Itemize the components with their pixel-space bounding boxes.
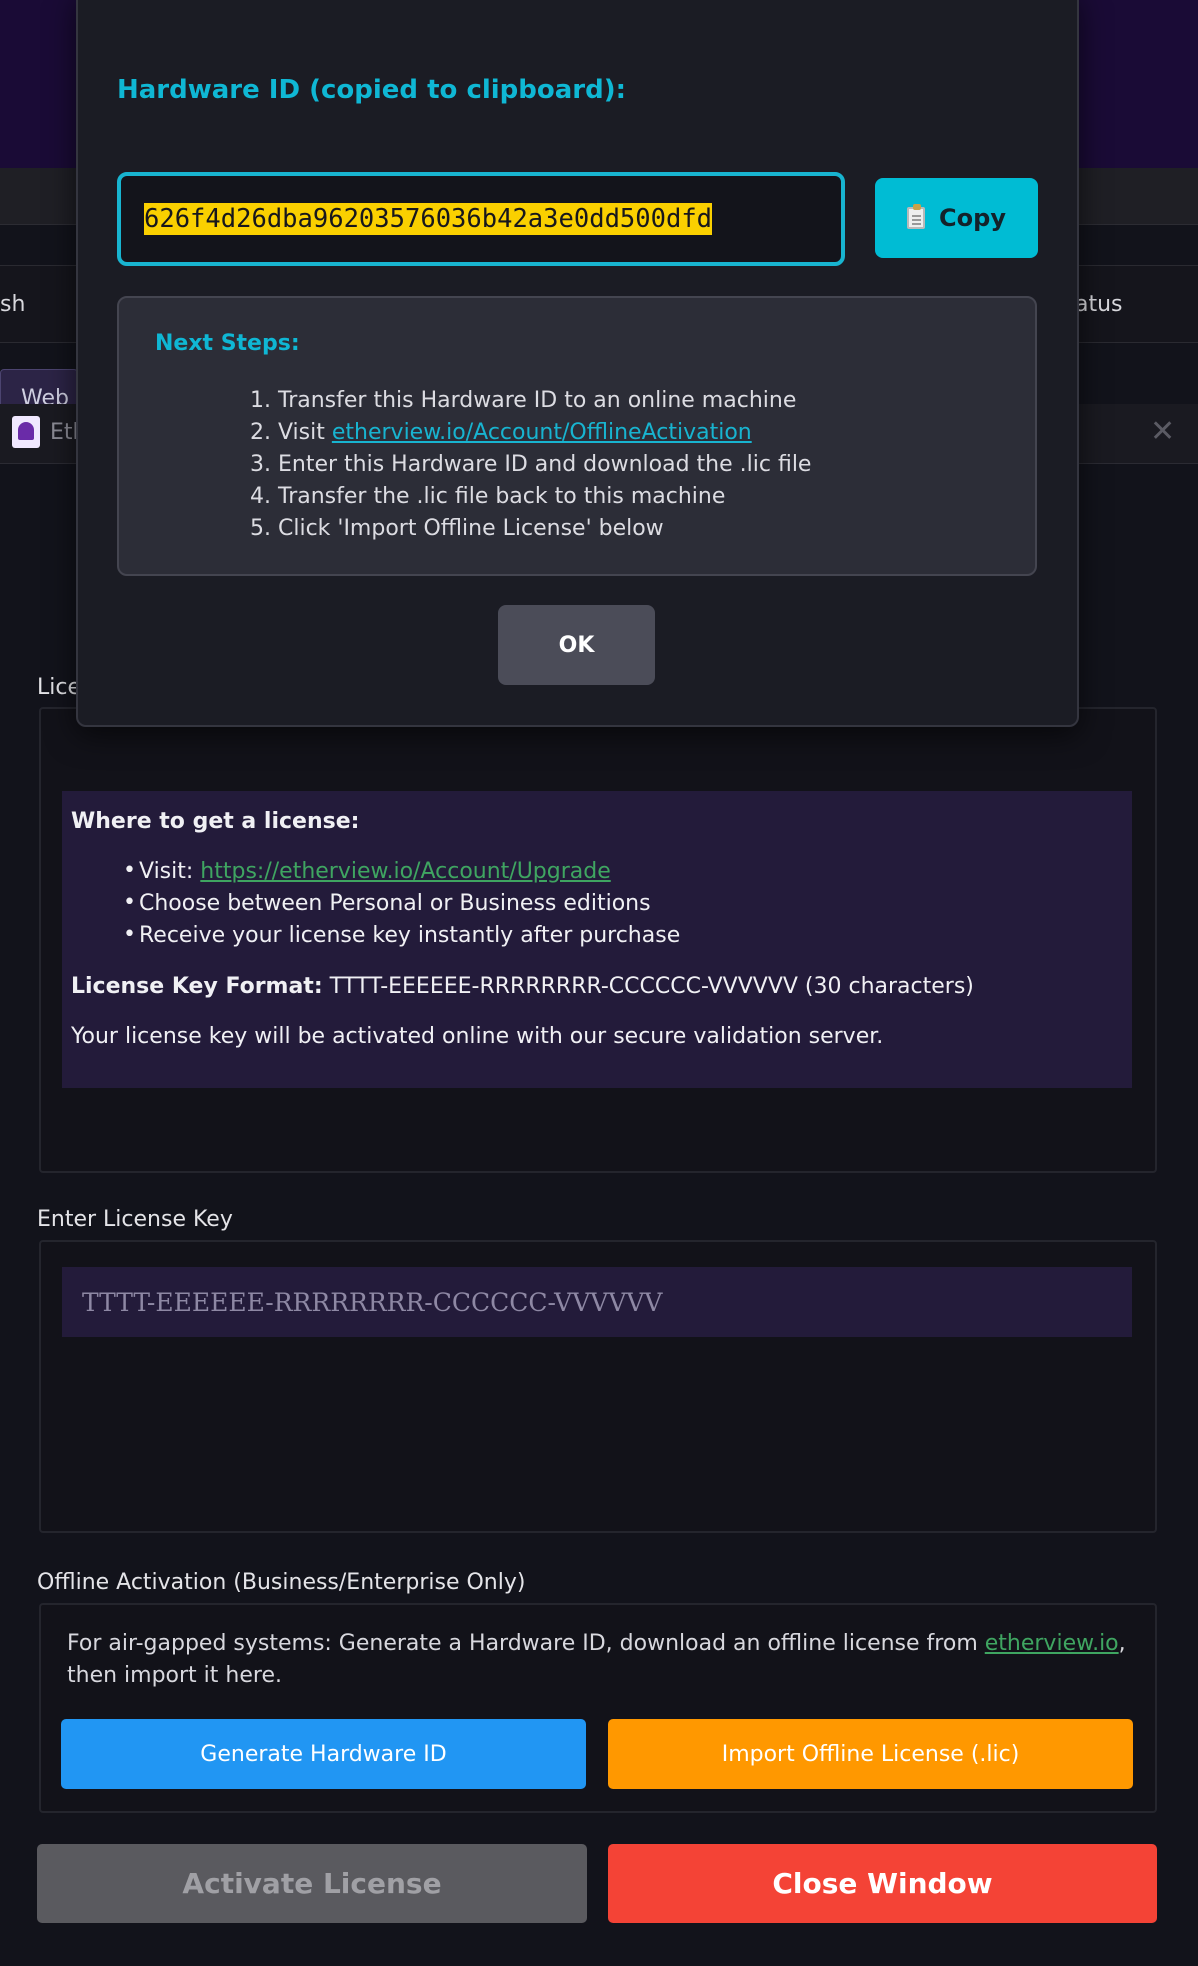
license-format-line: License Key Format: TTTT-EEEEEE-RRRRRRRR…	[71, 972, 1123, 1002]
hardware-id-value[interactable]: 626f4d26dba96203576036b42a3e0dd500dfd	[144, 203, 713, 235]
license-info-panel: Where to get a license: Visit: https://e…	[62, 791, 1132, 1088]
close-window-button[interactable]: Close Window	[608, 1844, 1157, 1923]
license-info-label-partial: Lice	[37, 675, 81, 700]
generate-hardware-id-button[interactable]: Generate Hardware ID	[61, 1719, 586, 1789]
where-to-get-list: Visit: https://etherview.io/Account/Upgr…	[123, 855, 1123, 952]
format-label: License Key Format:	[71, 974, 323, 999]
format-value: TTTT-EEEEEE-RRRRRRRR-CCCCCC-VVVVVV (30 c…	[322, 974, 974, 999]
offline-description: For air-gapped systems: Generate a Hardw…	[67, 1628, 1137, 1692]
import-offline-license-button[interactable]: Import Offline License (.lic)	[608, 1719, 1133, 1789]
app-logo-icon	[12, 416, 40, 448]
step-2-prefix: 2. Visit	[250, 420, 332, 445]
copy-button-label: Copy	[939, 204, 1006, 232]
where-to-get-heading: Where to get a license:	[71, 809, 360, 834]
list-item: Receive your license key instantly after…	[123, 919, 1123, 952]
step-item: 2. Visit etherview.io/Account/OfflineAct…	[250, 417, 811, 449]
dialog-title: Hardware ID (copied to clipboard):	[117, 75, 627, 105]
etherview-link[interactable]: etherview.io	[985, 1631, 1119, 1656]
offline-desc-text: For air-gapped systems: Generate a Hardw…	[67, 1631, 985, 1656]
enter-license-key-label: Enter License Key	[37, 1207, 233, 1232]
step-item: 4. Transfer the .lic file back to this m…	[250, 484, 726, 509]
window-close-icon[interactable]: ✕	[1150, 414, 1175, 449]
activate-license-button[interactable]: Activate License	[37, 1844, 587, 1923]
list-item: Choose between Personal or Business edit…	[123, 887, 1123, 920]
hardware-id-field[interactable]: 626f4d26dba96203576036b42a3e0dd500dfd	[117, 172, 845, 266]
activation-note: Your license key will be activated onlin…	[71, 1024, 884, 1049]
offline-activation-label: Offline Activation (Business/Enterprise …	[37, 1570, 526, 1595]
step-item: 1. Transfer this Hardware ID to an onlin…	[250, 388, 797, 413]
license-key-input[interactable]	[62, 1267, 1132, 1337]
offline-activation-link[interactable]: etherview.io/Account/OfflineActivation	[332, 420, 752, 445]
visit-prefix: Visit:	[139, 859, 201, 884]
ok-button[interactable]: OK	[498, 605, 655, 685]
next-steps-title: Next Steps:	[155, 331, 300, 356]
list-item: Visit: https://etherview.io/Account/Upgr…	[123, 855, 1123, 888]
tab-status-partial[interactable]: atus	[1075, 292, 1123, 317]
clipboard-icon	[907, 204, 926, 229]
next-steps-list: 1. Transfer this Hardware ID to an onlin…	[250, 385, 811, 545]
upgrade-link[interactable]: https://etherview.io/Account/Upgrade	[200, 859, 610, 884]
step-item: 3. Enter this Hardware ID and download t…	[250, 452, 812, 477]
step-item: 5. Click 'Import Offline License' below	[250, 516, 664, 541]
copy-button[interactable]: Copy	[875, 178, 1038, 258]
tab-left-partial[interactable]: sh	[0, 292, 25, 317]
